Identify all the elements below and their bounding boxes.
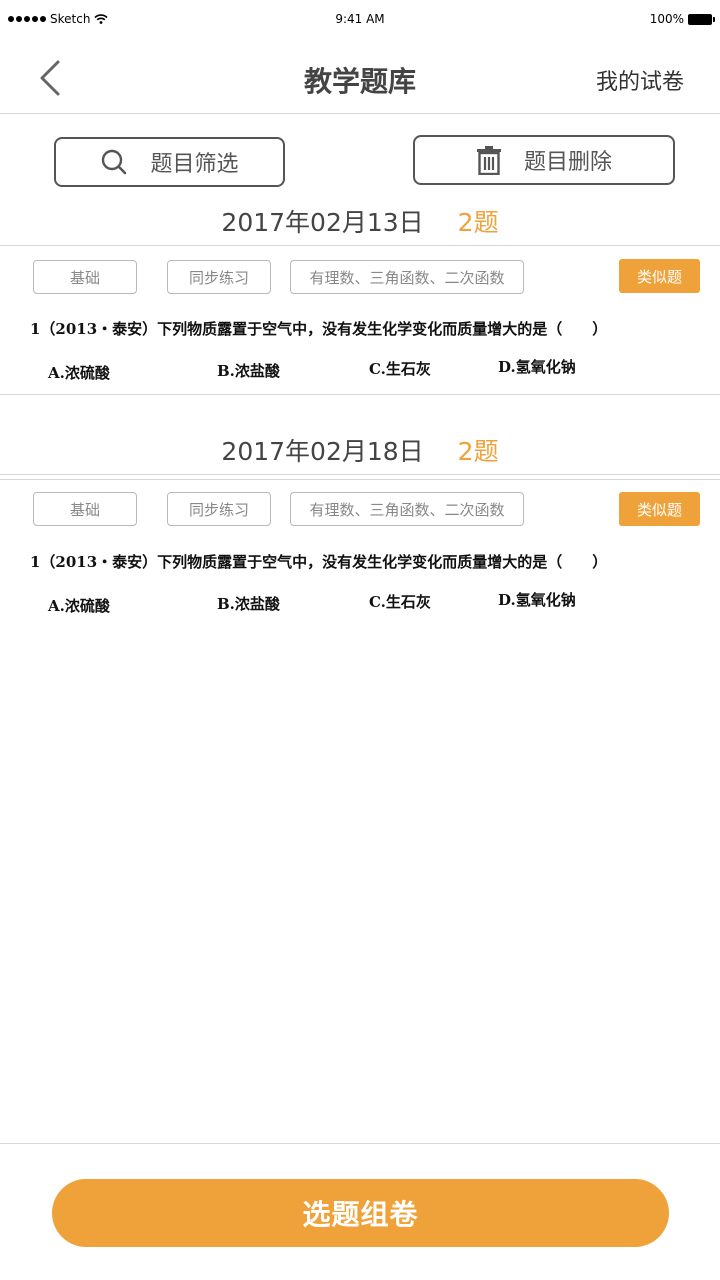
status-right: 100% [649,12,715,26]
status-time: 9:41 AM [335,12,385,26]
filter-questions-button[interactable]: 题目筛选 [54,137,285,187]
question-count: 2题 [457,437,499,466]
tag-practice[interactable]: 同步练习 [167,492,271,526]
delete-questions-button[interactable]: 题目删除 [413,135,675,185]
tag-level[interactable]: 基础 [33,260,137,294]
option-b: B.浓盐酸 [217,362,280,380]
option-a: A.浓硫酸 [48,597,110,615]
option-d: D.氢氧化钠 [498,358,576,376]
option-a: A.浓硫酸 [48,364,110,382]
option-c: C.生石灰 [369,360,431,378]
similar-questions-button[interactable]: 类似题 [619,259,700,293]
divider [0,245,720,246]
option-b: B.浓盐酸 [217,595,280,613]
date-header: 2017年02月18日 2题 [0,432,720,468]
similar-questions-button[interactable]: 类似题 [619,492,700,526]
tag-topics[interactable]: 有理数、三角函数、二次函数 [290,492,524,526]
date-label: 2017年02月13日 [221,208,424,237]
delete-button-label: 题目删除 [523,150,612,175]
date-label: 2017年02月18日 [221,437,424,466]
option-c: C.生石灰 [369,593,431,611]
tag-practice[interactable]: 同步练习 [167,260,271,294]
trash-icon [476,146,501,175]
footer-divider [0,1143,720,1144]
battery-percent: 100% [649,12,684,26]
option-d: D.氢氧化钠 [498,591,576,609]
compose-paper-button[interactable]: 选题组卷 [52,1179,669,1247]
question-text: 1（2013・泰安）下列物质露置于空气中，没有发生化学变化而质量增大的是（ ） [30,320,608,338]
filter-button-label: 题目筛选 [150,152,239,177]
navigation-bar: 教学题库 我的试卷 [0,40,720,114]
battery-icon [688,13,715,25]
tag-topics[interactable]: 有理数、三角函数、二次函数 [290,260,524,294]
question-count: 2题 [457,208,499,237]
question-text: 1（2013・泰安）下列物质露置于空气中，没有发生化学变化而质量增大的是（ ） [30,553,608,571]
search-icon [102,149,127,175]
divider [0,474,720,475]
status-bar: Sketch 9:41 AM 100% [0,0,720,40]
divider [0,394,720,395]
date-header: 2017年02月13日 2题 [0,203,720,239]
divider [0,479,720,480]
tag-level[interactable]: 基础 [33,492,137,526]
my-papers-link[interactable]: 我的试卷 [596,64,684,96]
